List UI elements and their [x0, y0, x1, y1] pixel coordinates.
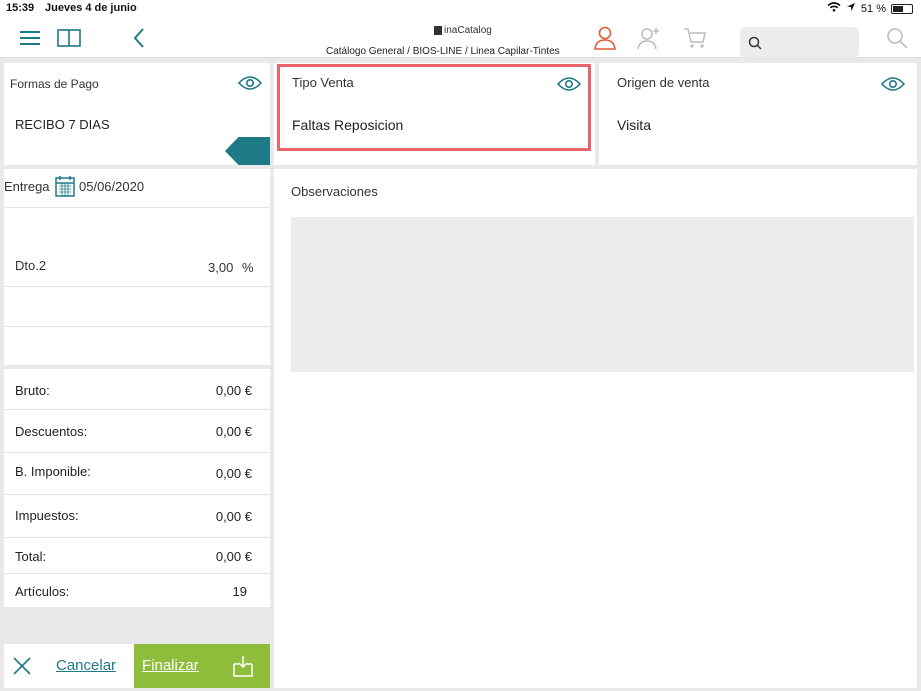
totals-value: 0,00 € [215, 549, 252, 564]
empty-row [4, 327, 270, 365]
payment-value: RECIBO 7 DIAS [15, 117, 110, 132]
location-icon [846, 2, 856, 15]
logo-mark-icon [434, 26, 442, 35]
totals-label: Bruto: [15, 383, 50, 398]
totals-row: B. Imponible: 0,00 € [4, 453, 270, 495]
eye-icon[interactable] [237, 75, 263, 96]
user-icon[interactable] [592, 26, 618, 50]
totals-label: B. Imponible: [15, 464, 91, 479]
origin-value: Visita [617, 117, 651, 133]
delivery-row[interactable]: Entrega 05/06/2020 [4, 169, 270, 208]
totals-row: Descuentos: 0,00 € [4, 410, 270, 453]
observations-textarea[interactable] [291, 217, 914, 372]
empty-row [4, 287, 270, 327]
eye-icon[interactable] [880, 76, 906, 97]
totals-value: 0,00 € [215, 424, 252, 439]
discount-row[interactable]: Dto.2 3,00 % [4, 208, 270, 287]
status-time: 15:39 [6, 2, 35, 14]
search-input[interactable] [740, 27, 859, 58]
totals-row: Impuestos: 0,00 € [4, 495, 270, 538]
discount-unit: % [242, 260, 254, 275]
app-logo: inaCatalog [434, 25, 492, 36]
observations-panel: Observaciones [274, 169, 917, 688]
status-bar: 15:39 Jueves 4 de junio 51 % [0, 0, 921, 18]
selection-highlight [277, 64, 591, 151]
status-right: 51 % [827, 2, 913, 15]
payment-label: Formas de Pago [10, 77, 99, 91]
delivery-label: Entrega [4, 179, 50, 194]
toolbar: inaCatalog Catálogo General / BIOS-LINE … [0, 18, 921, 58]
discount-label: Dto.2 [15, 258, 47, 273]
close-icon[interactable] [12, 656, 32, 681]
add-user-icon[interactable] [636, 26, 662, 50]
totals-value: 0,00 € [215, 509, 252, 524]
status-date: Jueves 4 de junio [45, 2, 137, 14]
search-icon [748, 36, 762, 50]
origin-label: Origen de venta [617, 75, 710, 90]
origin-panel[interactable]: Origen de venta Visita [599, 63, 917, 165]
totals-value: 19 [232, 584, 247, 599]
cart-icon[interactable] [682, 26, 708, 50]
back-chevron-icon[interactable] [126, 26, 152, 50]
totals-value: 0,00 € [215, 466, 252, 481]
wifi-icon [827, 2, 841, 15]
calendar-icon[interactable] [55, 175, 75, 202]
battery-icon [891, 3, 913, 14]
totals-row: Artículos: 19 [4, 574, 270, 607]
totals-value: 0,00 € [215, 383, 252, 398]
book-icon[interactable] [56, 26, 82, 50]
totals-label: Impuestos: [15, 508, 79, 523]
finish-button[interactable]: Finalizar [134, 644, 270, 688]
search-alt-icon[interactable] [884, 26, 910, 50]
battery-percent: 51 % [860, 2, 886, 15]
discount-value[interactable]: 3,00 [208, 260, 233, 275]
breadcrumb[interactable]: Catálogo General / BIOS-LINE / Linea Cap… [326, 46, 560, 57]
finish-label: Finalizar [142, 657, 199, 674]
totals-row: Bruto: 0,00 € [4, 369, 270, 410]
totals-label: Descuentos: [15, 424, 88, 439]
observations-label: Observaciones [291, 184, 378, 199]
save-tray-icon [233, 655, 253, 681]
totals-row: Total: 0,00 € [4, 538, 270, 574]
cancel-button[interactable]: Cancelar [56, 657, 116, 674]
logo-text: inaCatalog [444, 25, 492, 36]
delivery-date[interactable]: 05/06/2020 [79, 179, 144, 194]
menu-icon[interactable] [17, 26, 43, 50]
totals-label: Artículos: [15, 584, 70, 599]
totals-label: Total: [15, 549, 47, 564]
